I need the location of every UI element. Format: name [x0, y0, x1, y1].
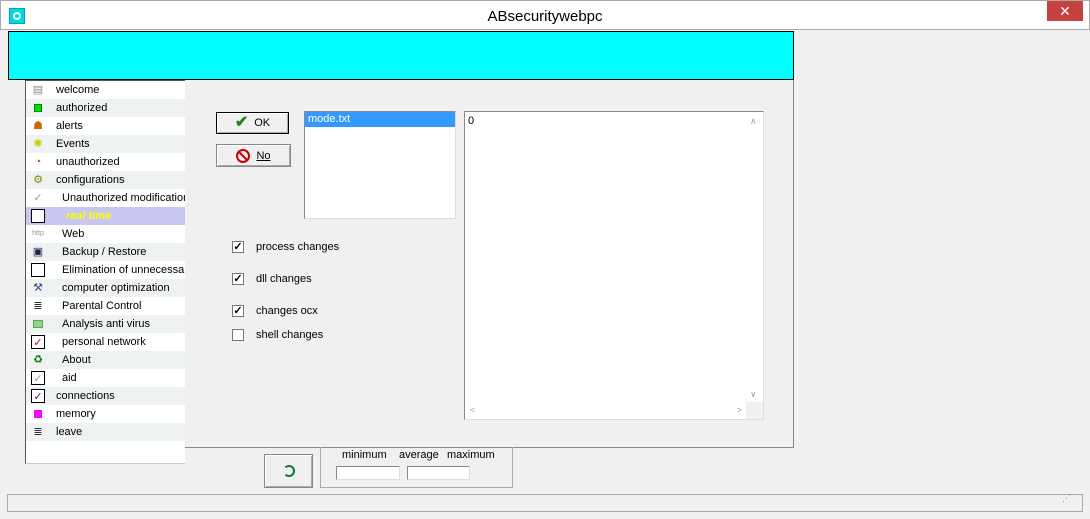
maximum-label: maximum: [447, 449, 495, 461]
sidebar-item-leave[interactable]: ≣ leave: [26, 423, 185, 441]
checkbox-box[interactable]: ✓: [232, 305, 244, 317]
status-bar: ⋰: [7, 493, 1083, 512]
sidebar-item-backup-restore[interactable]: ▣ Backup / Restore: [26, 243, 185, 261]
scroll-left-icon[interactable]: <: [470, 405, 475, 415]
minimum-field[interactable]: [336, 466, 400, 480]
tools-icon: ⚙: [33, 174, 43, 186]
title-bar: ABsecuritywebpc ✕: [0, 0, 1090, 30]
document-icon: ▤: [32, 84, 44, 96]
no-button-label: No: [256, 149, 271, 162]
lightbulb-icon: ✺: [33, 138, 43, 150]
sidebar-item-authorized[interactable]: authorized: [26, 99, 185, 117]
sidebar-item-connections[interactable]: ✓ connections: [26, 387, 185, 405]
resize-grip-icon[interactable]: ⋰: [1062, 493, 1072, 503]
refresh-icon: [282, 465, 295, 477]
vertical-scrollbar[interactable]: ∧ ∨: [746, 112, 763, 402]
window-title: ABsecuritywebpc: [487, 8, 603, 25]
checkbox-label: dll changes: [256, 273, 312, 285]
shell-changes-checkbox[interactable]: shell changes: [232, 327, 323, 343]
process-changes-checkbox[interactable]: ✓ process changes: [232, 239, 339, 255]
file-content-textarea[interactable]: 0 ∧ ∨ < >: [464, 111, 764, 420]
box-check-icon: ✓: [31, 371, 45, 385]
ok-button[interactable]: ✔ OK: [216, 112, 289, 134]
sidebar-item-events[interactable]: ✺ Events: [26, 135, 185, 153]
scrollbar-corner: [746, 402, 763, 419]
sidebar-item-welcome[interactable]: ▤ welcome: [26, 81, 185, 99]
checkbox-box[interactable]: ✓: [232, 241, 244, 253]
ok-button-label: OK: [254, 117, 271, 129]
close-button[interactable]: ✕: [1047, 1, 1083, 21]
sidebar-item-unauthorized[interactable]: ◔ unauthorized: [26, 153, 185, 171]
horizontal-scrollbar[interactable]: < >: [465, 402, 747, 419]
sidebar-item-web[interactable]: http Web: [26, 225, 185, 243]
list-icon: ≣: [33, 426, 43, 438]
green-square-icon: [34, 104, 42, 112]
sidebar-item-personal-network[interactable]: ✓ personal network: [26, 333, 185, 351]
box-icon: [31, 209, 45, 223]
red-check-icon: ✓: [31, 335, 45, 349]
sidebar-item-about[interactable]: ♻ About: [26, 351, 185, 369]
minimum-label: minimum: [342, 449, 387, 461]
average-field[interactable]: [407, 466, 470, 480]
sidebar-item-alerts[interactable]: ☗ alerts: [26, 117, 185, 135]
checkbox-label: shell changes: [256, 329, 324, 341]
refresh-button[interactable]: [264, 454, 313, 488]
sidebar-item-memory[interactable]: memory: [26, 405, 185, 423]
sidebar-menu: ▤ welcome authorized ☗ alerts ✺ Events ◔ una…: [25, 80, 185, 464]
scroll-up-icon[interactable]: ∧: [750, 116, 757, 127]
no-button[interactable]: No: [216, 144, 291, 167]
checkbox-label: changes ocx: [256, 305, 318, 317]
checkbox-label: process changes: [256, 241, 340, 253]
header-banner: [8, 31, 794, 80]
sidebar-item-parental-control[interactable]: ≣ Parental Control: [26, 297, 185, 315]
average-label: average: [399, 449, 439, 461]
sidebar-item-real-time[interactable]: real time: [26, 207, 185, 225]
scroll-down-icon[interactable]: ∨: [750, 389, 757, 400]
file-content-text: 0: [468, 115, 475, 127]
backup-icon: ▣: [32, 246, 44, 258]
http-icon: http: [32, 230, 44, 237]
sidebar-item-configurations[interactable]: ⚙ configurations: [26, 171, 185, 189]
sidebar-item-aid[interactable]: ✓ aid: [26, 369, 185, 387]
list-item[interactable]: mode.txt: [305, 112, 455, 127]
sidebar-item-unauthorized-modifications[interactable]: ✓ Unauthorized modifications: [26, 189, 185, 207]
recycle-icon: ♻: [33, 354, 43, 366]
wrench-icon: ⚒: [33, 282, 43, 294]
checkmark-icon: ✓: [33, 192, 43, 204]
person-icon: ☗: [33, 120, 43, 132]
checkmark-icon: ✔: [234, 114, 249, 131]
checkbox-box[interactable]: ✓: [232, 273, 244, 285]
light-green-square-icon: [33, 320, 43, 328]
scroll-right-icon[interactable]: >: [737, 405, 742, 415]
clock-icon: ◔: [34, 156, 42, 168]
sidebar-item-elimination[interactable]: Elimination of unnecessary files: [26, 261, 185, 279]
file-list[interactable]: mode.txt: [304, 111, 456, 219]
sidebar-item-analysis-anti-virus[interactable]: Analysis anti virus: [26, 315, 185, 333]
magenta-square-icon: [34, 410, 42, 418]
changes-ocx-checkbox[interactable]: ✓ changes ocx: [232, 303, 318, 319]
box-icon: [31, 263, 45, 277]
prohibited-icon: [236, 148, 251, 163]
stats-group: minimum average maximum: [320, 447, 513, 488]
list-icon: ≣: [33, 300, 43, 312]
checkbox-icon: ✓: [31, 389, 45, 403]
dll-changes-checkbox[interactable]: ✓ dll changes: [232, 271, 312, 287]
real-time-panel: ✔ OK No mode.txt 0 ∧ ∨ < > ✓ process cha…: [185, 80, 794, 448]
sidebar-item-computer-optimization[interactable]: ⚒ computer optimization: [26, 279, 185, 297]
checkbox-box[interactable]: [232, 329, 244, 341]
